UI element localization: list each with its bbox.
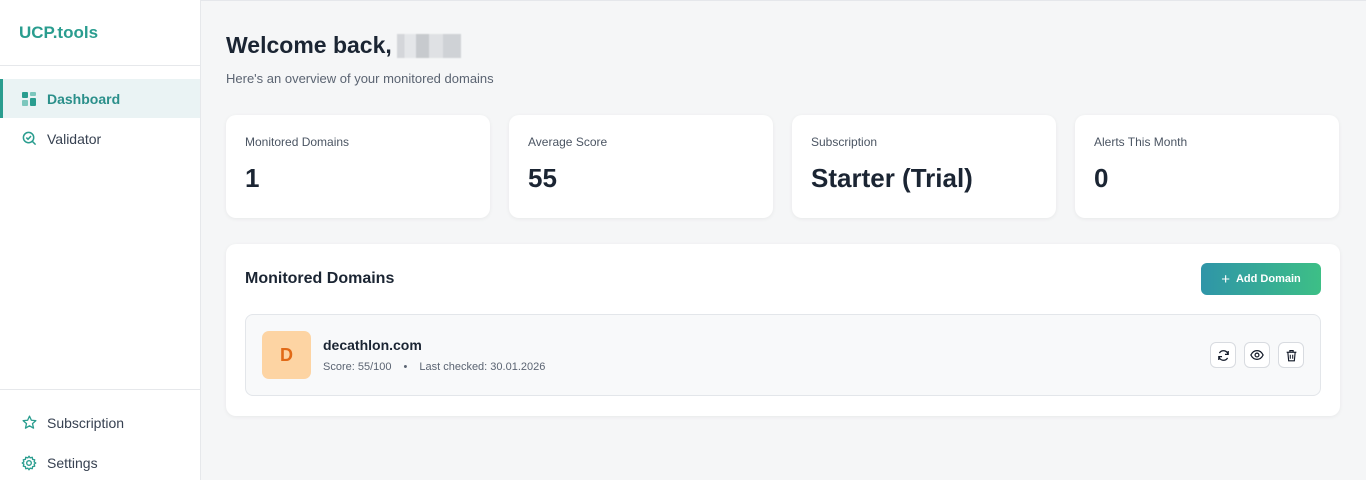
stat-label: Monitored Domains [245, 135, 350, 149]
sidebar-item-label: Dashboard [47, 90, 121, 107]
welcome-text: Welcome back, [226, 32, 392, 58]
add-domain-label: Add Domain [1235, 273, 1301, 285]
stat-value: Starter (Trial) [811, 163, 973, 193]
sidebar: UCP.tools Dashboard Validator Subscripti… [0, 0, 201, 480]
stat-label: Subscription [811, 135, 878, 149]
domain-avatar: D [262, 331, 311, 379]
sidebar-nav: Dashboard Validator [0, 66, 200, 158]
view-button[interactable] [1244, 342, 1270, 368]
sidebar-bottom-nav: Subscription Settings [0, 389, 200, 480]
stat-value: 55 [528, 163, 557, 193]
stats-cards: Monitored Domains 1 Average Score 55 Sub… [226, 115, 1340, 218]
trash-icon [1286, 349, 1296, 361]
dashboard-icon [21, 91, 37, 107]
stat-card-monitored-domains: Monitored Domains 1 [226, 115, 490, 218]
domain-actions [1210, 342, 1304, 368]
stat-label: Alerts This Month [1094, 135, 1188, 149]
domain-last-checked: Last checked: 30.01.2026 [419, 361, 546, 373]
stat-value: 1 [245, 163, 260, 193]
sidebar-item-label: Settings [47, 454, 98, 471]
stat-card-alerts: Alerts This Month 0 [1075, 115, 1339, 218]
eye-icon [1250, 350, 1264, 360]
search-check-icon [21, 131, 37, 147]
stat-label: Average Score [528, 135, 608, 149]
refresh-icon [1217, 349, 1229, 361]
sidebar-item-dashboard[interactable]: Dashboard [0, 79, 200, 118]
add-domain-button[interactable]: + Add Domain [1201, 263, 1321, 295]
sidebar-item-settings[interactable]: Settings [0, 443, 200, 480]
top-divider [0, 0, 1366, 1]
stat-card-subscription: Subscription Starter (Trial) [792, 115, 1056, 218]
plus-icon: + [1221, 270, 1230, 288]
sidebar-item-validator[interactable]: Validator [0, 119, 200, 158]
star-icon [21, 415, 37, 431]
delete-button[interactable] [1278, 342, 1304, 368]
page-title: Welcome back, [226, 32, 461, 59]
monitored-domains-panel: Monitored Domains + Add Domain D decathl… [226, 244, 1340, 416]
stat-value: 0 [1094, 163, 1109, 193]
domain-score: Score: 55/100 [323, 361, 392, 373]
meta-separator: • [403, 361, 408, 373]
page-subtitle: Here's an overview of your monitored dom… [226, 71, 494, 86]
sidebar-item-label: Validator [47, 130, 102, 147]
panel-title: Monitored Domains [245, 270, 395, 287]
brand-logo[interactable]: UCP.tools [0, 0, 200, 66]
domain-meta: Score: 55/100 • Last checked: 30.01.2026 [323, 361, 545, 373]
refresh-button[interactable] [1210, 342, 1236, 368]
gear-icon [21, 455, 37, 471]
domain-name[interactable]: decathlon.com [323, 337, 422, 353]
sidebar-item-label: Subscription [47, 414, 125, 431]
redacted-username [396, 33, 461, 58]
stat-card-average-score: Average Score 55 [509, 115, 773, 218]
domain-list-item[interactable]: D decathlon.com Score: 55/100 • Last che… [245, 314, 1321, 396]
sidebar-item-subscription[interactable]: Subscription [0, 403, 200, 442]
